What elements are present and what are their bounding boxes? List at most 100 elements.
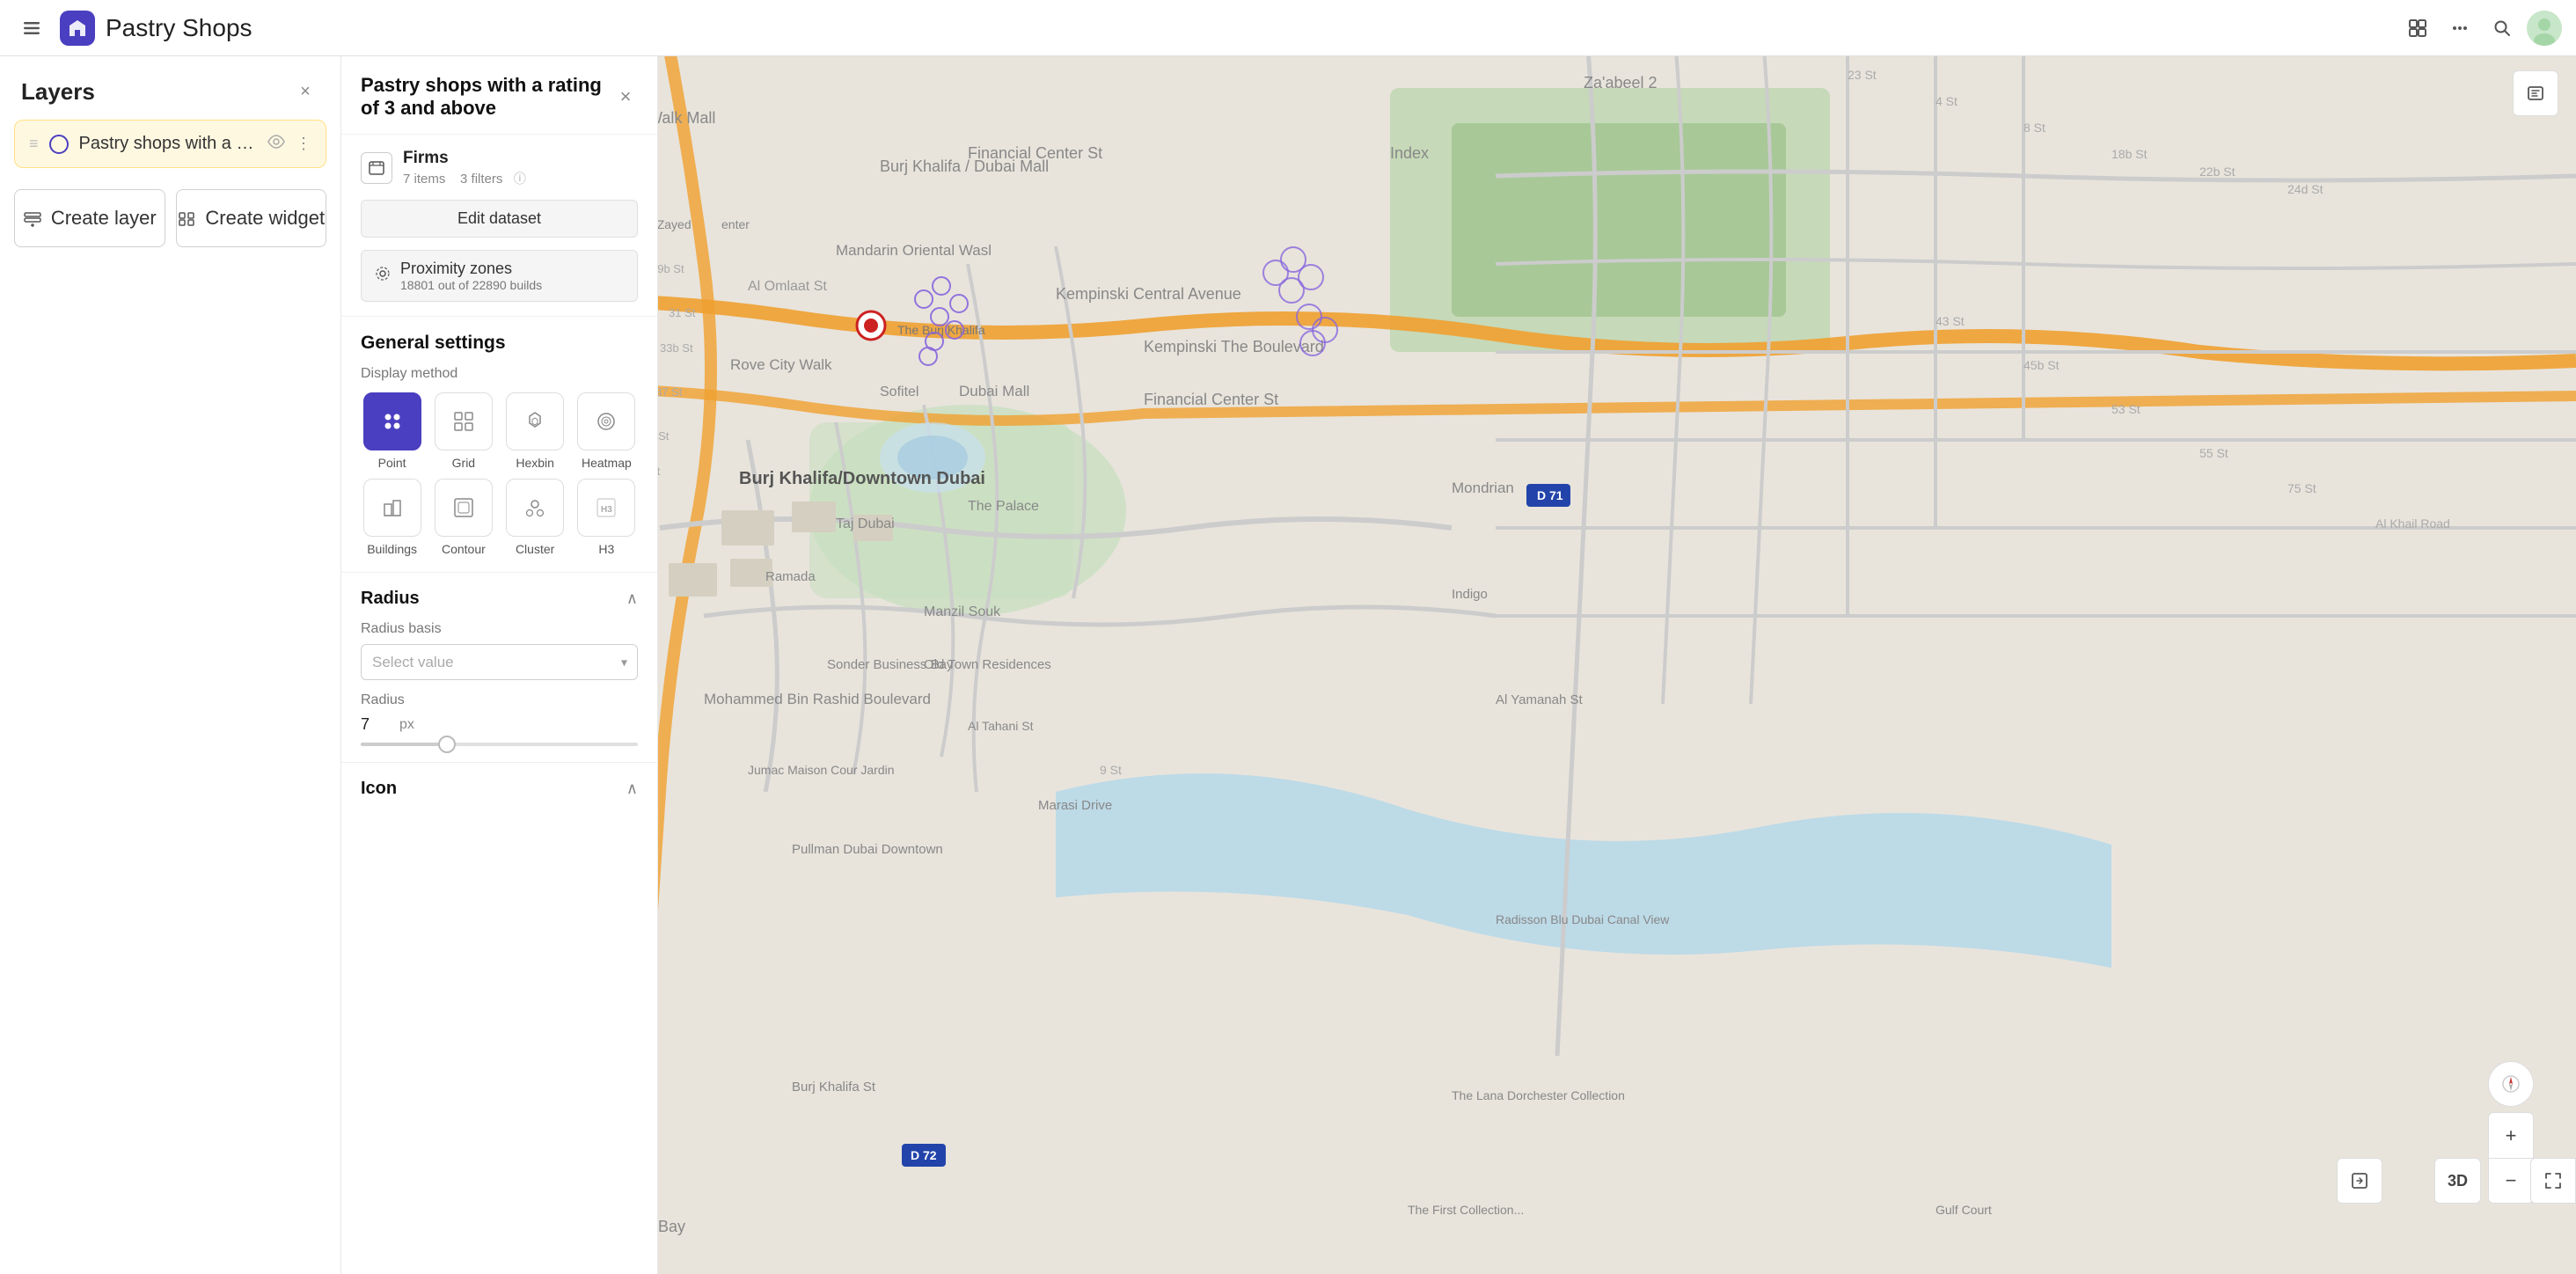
svg-text:Marasi Drive: Marasi Drive <box>1038 798 1112 813</box>
svg-text:Mohammed Bin Rashid Boulevard: Mohammed Bin Rashid Boulevard <box>704 691 931 707</box>
svg-text:D 71: D 71 <box>1537 488 1563 502</box>
svg-text:The Palace: The Palace <box>968 499 1039 514</box>
svg-text:Dubai Mall: Dubai Mall <box>959 383 1029 399</box>
radius-section-header: Radius ∧ <box>361 589 638 609</box>
svg-text:9 St: 9 St <box>1100 763 1122 777</box>
compass-button[interactable] <box>2488 1061 2534 1107</box>
contour-icon <box>435 479 493 537</box>
svg-text:enter: enter <box>721 217 750 231</box>
svg-text:Al Tahani St: Al Tahani St <box>968 719 1034 733</box>
radius-basis-select[interactable]: Select value <box>361 644 638 680</box>
radius-slider-thumb[interactable] <box>438 736 456 753</box>
zoom-out-button[interactable]: − <box>2488 1158 2534 1204</box>
general-settings-section: General settings Display method Point <box>341 317 657 572</box>
svg-text:Al Omlaat St: Al Omlaat St <box>748 279 827 294</box>
layout-button[interactable] <box>2400 11 2435 46</box>
svg-text:23 St: 23 St <box>1848 68 1877 82</box>
svg-text:The Lana Dorchester Collection: The Lana Dorchester Collection <box>1452 1088 1625 1102</box>
display-method-h3[interactable]: H3 H3 <box>575 479 638 556</box>
page-title: Pastry Shops <box>106 14 2389 42</box>
svg-text:55 St: 55 St <box>2199 446 2228 460</box>
cluster-label: Cluster <box>516 542 554 556</box>
layer-visibility-icon[interactable] <box>267 133 285 155</box>
svg-text:37 St: 37 St <box>655 385 683 399</box>
zoom-in-button[interactable]: + <box>2488 1112 2534 1158</box>
create-widget-button[interactable]: Create widget <box>176 189 327 247</box>
contour-label: Contour <box>442 542 486 556</box>
proximity-icon <box>374 265 392 287</box>
display-method-grid[interactable]: Grid <box>432 392 494 470</box>
menu-button[interactable] <box>14 11 49 46</box>
display-method-heatmap[interactable]: Heatmap <box>575 392 638 470</box>
display-methods-row2: Buildings Contour <box>361 479 638 556</box>
edit-dataset-button[interactable]: Edit dataset <box>361 200 638 238</box>
display-method-hexbin[interactable]: Hexbin <box>504 392 567 470</box>
display-method-buildings[interactable]: Buildings <box>361 479 423 556</box>
create-layer-button[interactable]: Create layer <box>14 189 165 247</box>
layers-title: Layers <box>21 78 95 106</box>
svg-text:18b St: 18b St <box>2111 147 2148 161</box>
svg-text:D 72: D 72 <box>911 1148 937 1162</box>
svg-text:Kempinski The Boulevard: Kempinski The Boulevard <box>1144 338 1324 355</box>
svg-text:Sofitel: Sofitel <box>880 384 918 399</box>
hexbin-label: Hexbin <box>516 456 554 470</box>
radius-value-label: Radius <box>361 692 638 708</box>
dataset-filters: 3 filters <box>460 172 502 187</box>
svg-text:22b St: 22b St <box>2199 165 2236 179</box>
radius-slider-fill <box>361 743 444 746</box>
layers-close-button[interactable]: × <box>291 77 319 106</box>
radius-input-row: 7 px <box>361 715 638 734</box>
radius-basis-label: Radius basis <box>361 621 638 637</box>
h3-label: H3 <box>598 542 614 556</box>
svg-text:Financial Center St: Financial Center St <box>968 144 1102 162</box>
svg-text:4 St: 4 St <box>1936 94 1958 108</box>
zoom-controls: + − <box>2488 1112 2534 1204</box>
fullscreen-button[interactable] <box>2530 1158 2576 1204</box>
display-method-contour[interactable]: Contour <box>432 479 494 556</box>
svg-text:Index: Index <box>1390 144 1429 162</box>
topbar-actions <box>2400 11 2562 46</box>
display-method-point[interactable]: Point <box>361 392 423 470</box>
display-method-cluster[interactable]: Cluster <box>504 479 567 556</box>
svg-text:Indigo: Indigo <box>1452 587 1488 602</box>
heatmap-icon <box>577 392 635 450</box>
svg-text:Rove City Walk: Rove City Walk <box>730 356 832 373</box>
layer-item[interactable]: ≡ Pastry shops with a rating of 3 and ab… <box>14 120 326 168</box>
layers-header: Layers × <box>0 56 340 120</box>
radius-collapse-button[interactable]: ∧ <box>626 589 638 608</box>
radius-section: Radius ∧ Radius basis Select value Radiu… <box>341 572 657 762</box>
point-icon <box>363 392 421 450</box>
proximity-label: Proximity zones <box>400 260 512 277</box>
icon-collapse-button[interactable]: ∧ <box>626 780 638 798</box>
svg-text:Taj Dubai: Taj Dubai <box>836 516 895 531</box>
layer-color-indicator <box>49 135 69 154</box>
display-method-label: Display method <box>361 366 638 382</box>
create-widget-label: Create widget <box>205 207 325 230</box>
icon-section: Icon ∧ <box>341 762 657 827</box>
svg-text:H3: H3 <box>601 505 612 515</box>
dataset-row: Firms 7 items 3 filters ⓘ <box>361 149 638 187</box>
map-3d-button[interactable]: 3D <box>2434 1158 2481 1204</box>
svg-text:Kempinski Central Avenue: Kempinski Central Avenue <box>1056 285 1241 303</box>
detail-panel-title: Pastry shops with a rating of 3 and abov… <box>361 74 606 120</box>
map-share-button[interactable] <box>2337 1158 2382 1204</box>
map-legend-button[interactable] <box>2513 70 2558 116</box>
search-button[interactable] <box>2485 11 2520 46</box>
heatmap-label: Heatmap <box>582 456 632 470</box>
layers-panel: Layers × ≡ Pastry shops with a rating of… <box>0 56 341 1274</box>
svg-text:Jumac Maison Cour Jardin: Jumac Maison Cour Jardin <box>748 763 895 777</box>
svg-text:Burj Khalifa/Downtown Dubai: Burj Khalifa/Downtown Dubai <box>739 469 985 488</box>
proximity-zones-row[interactable]: Proximity zones 18801 out of 22890 build… <box>361 250 638 302</box>
grid-icon <box>435 392 493 450</box>
dataset-icon <box>361 152 392 184</box>
svg-text:Mandarin Oriental Wasl: Mandarin Oriental Wasl <box>836 242 992 259</box>
icon-section-title: Icon <box>361 779 397 799</box>
detail-close-button[interactable]: × <box>613 84 638 109</box>
more-options-button[interactable] <box>2442 11 2477 46</box>
svg-text:Za'abeel 2: Za'abeel 2 <box>1584 74 1658 92</box>
svg-text:8 St: 8 St <box>2023 121 2045 135</box>
user-avatar[interactable] <box>2527 11 2562 46</box>
layer-more-icon[interactable]: ⋮ <box>296 135 311 153</box>
layer-name: Pastry shops with a rating of 3 and abo <box>79 134 257 154</box>
svg-text:Financial Center St: Financial Center St <box>1144 391 1278 408</box>
